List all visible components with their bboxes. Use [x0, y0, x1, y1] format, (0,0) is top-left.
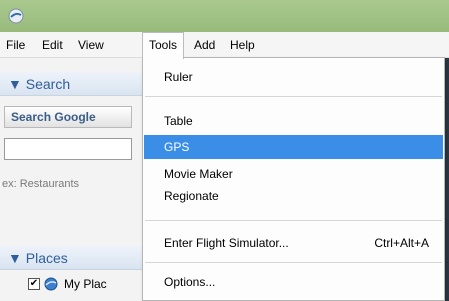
- menu-add[interactable]: Add: [188, 32, 221, 58]
- place-checkbox[interactable]: ✔: [28, 278, 40, 290]
- menu-separator: [145, 220, 442, 221]
- search-hint: ex: Restaurants: [2, 178, 80, 190]
- menu-bar: File Edit View Tools Add Help: [0, 32, 449, 59]
- menu-separator: [145, 262, 442, 263]
- place-label: My Plac: [64, 277, 107, 291]
- search-google-button[interactable]: Search Google: [4, 106, 132, 128]
- menu-item-table[interactable]: Table: [144, 109, 443, 133]
- menu-item-regionate[interactable]: Regionate: [144, 184, 443, 208]
- menu-item-flight-simulator[interactable]: Enter Flight Simulator... Ctrl+Alt+A: [144, 231, 443, 255]
- tools-menu-dropdown: Ruler Table GPS Movie Maker Regionate En…: [142, 57, 445, 301]
- flight-simulator-shortcut: Ctrl+Alt+A: [374, 236, 429, 250]
- title-bar: [0, 0, 449, 32]
- menu-edit[interactable]: Edit: [36, 32, 69, 58]
- menu-item-ruler[interactable]: Ruler: [144, 65, 443, 89]
- menu-separator: [145, 96, 442, 97]
- menu-item-options[interactable]: Options...: [144, 270, 443, 294]
- menu-item-movie-maker[interactable]: Movie Maker: [144, 162, 443, 186]
- earth-app-icon: [8, 8, 24, 24]
- globe-icon: [44, 277, 58, 291]
- menu-item-gps[interactable]: GPS: [144, 135, 443, 159]
- search-input[interactable]: [4, 138, 132, 160]
- place-item-my-places[interactable]: ✔ My Plac: [6, 276, 146, 296]
- menu-view[interactable]: View: [72, 32, 110, 58]
- menu-tools[interactable]: Tools: [142, 32, 185, 59]
- places-panel-header[interactable]: ▼ Places: [0, 246, 145, 270]
- menu-file[interactable]: File: [0, 32, 31, 58]
- sidebar: ▼ Search Search Google ex: Restaurants ▼…: [0, 58, 145, 301]
- search-panel-header[interactable]: ▼ Search: [0, 72, 145, 96]
- flight-simulator-label: Enter Flight Simulator...: [164, 236, 289, 250]
- menu-help[interactable]: Help: [224, 32, 261, 58]
